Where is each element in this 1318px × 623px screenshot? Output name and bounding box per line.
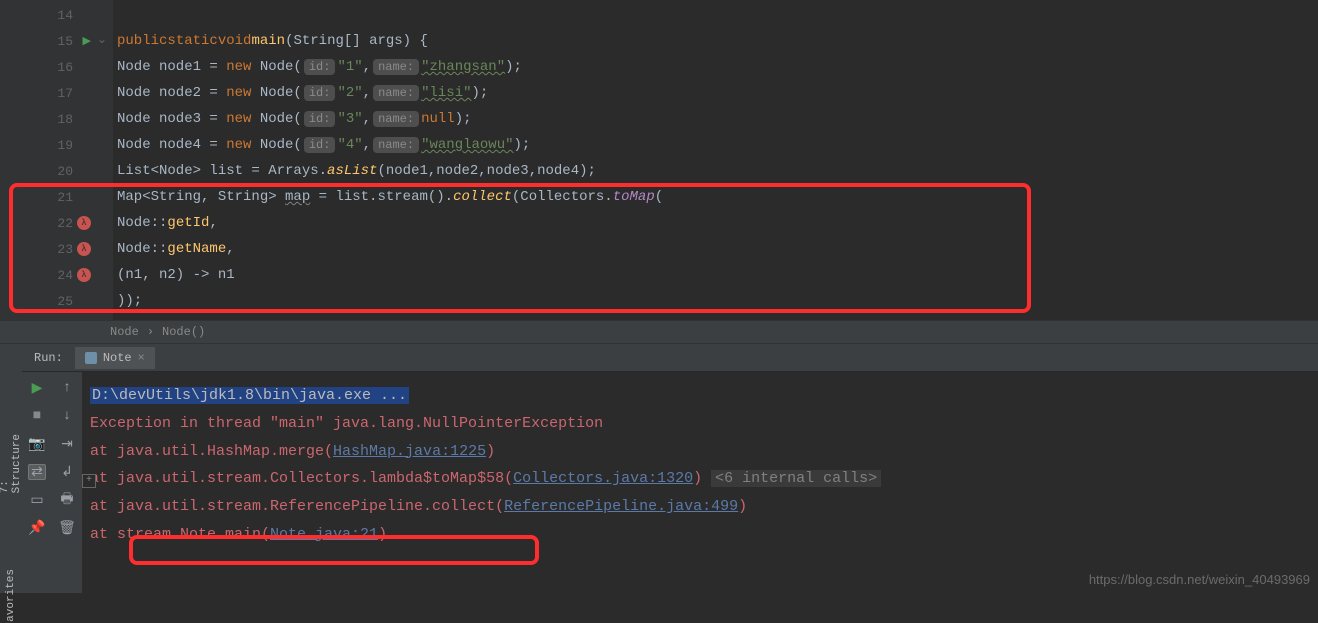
code-line: List<Node> list = Arrays.asList(node1,no… bbox=[113, 158, 1318, 184]
rerun-icon[interactable]: ▶ bbox=[29, 380, 45, 396]
fold-marker-icon[interactable]: ⌄ bbox=[97, 32, 107, 42]
console-line-error: at java.util.stream.ReferencePipeline.co… bbox=[90, 493, 1310, 521]
watermark: https://blog.csdn.net/weixin_40493969 bbox=[1089, 572, 1310, 587]
layout-icon[interactable]: ▭ bbox=[29, 492, 45, 508]
line-number: 25 bbox=[0, 288, 95, 314]
run-header: Run: Note × bbox=[22, 344, 1318, 372]
lambda-gutter-icon[interactable]: λ bbox=[77, 268, 91, 282]
toggle-icon[interactable]: ⇄ bbox=[28, 464, 46, 480]
run-toolbar-secondary: ↑ ↓ ⇥ ↲ 🖶 🗑 bbox=[52, 372, 82, 593]
lambda-gutter-icon[interactable]: λ bbox=[77, 216, 91, 230]
code-line: Node node4 = new Node(id:"4",name:"wangl… bbox=[113, 132, 1318, 158]
code-line: Node node3 = new Node(id:"3",name:null); bbox=[113, 106, 1318, 132]
code-line: Node node1 = new Node(id:"1",name:"zhang… bbox=[113, 54, 1318, 80]
console-line-error: Exception in thread "main" java.lang.Nul… bbox=[90, 410, 1310, 438]
camera-icon[interactable]: 📷 bbox=[29, 436, 45, 452]
console-line-error: at java.util.HashMap.merge(HashMap.java:… bbox=[90, 438, 1310, 466]
line-number: 19 bbox=[0, 132, 95, 158]
code-line: Node::getId, bbox=[113, 210, 1318, 236]
line-number: 21 bbox=[0, 184, 95, 210]
line-number: 15▶ bbox=[0, 28, 95, 54]
line-number: 24λ bbox=[0, 262, 95, 288]
code-line: (n1, n2) -> n1 bbox=[113, 262, 1318, 288]
run-tab-label: Note bbox=[103, 351, 132, 365]
down-arrow-icon[interactable]: ↓ bbox=[59, 408, 75, 424]
left-sidebar-tabs: 7: Structure avorites bbox=[0, 344, 22, 593]
breadcrumb-item[interactable]: Node() bbox=[162, 325, 205, 339]
trash-icon[interactable]: 🗑 bbox=[59, 520, 75, 536]
breadcrumb-item[interactable]: Node bbox=[110, 325, 139, 339]
wrap-icon[interactable]: ↲ bbox=[59, 464, 75, 480]
export-icon[interactable]: ⇥ bbox=[59, 436, 75, 452]
console-line-error: at java.util.stream.Collectors.lambda$to… bbox=[90, 465, 1310, 493]
line-number: 22λ bbox=[0, 210, 95, 236]
console-line-error: at stream.Note.main(Note.java:21) bbox=[90, 521, 1310, 549]
run-panel: 7: Structure avorites Run: Note × ▶ ■ 📷 … bbox=[0, 344, 1318, 593]
console-line: D:\devUtils\jdk1.8\bin\java.exe ... bbox=[90, 382, 1310, 410]
stacktrace-link[interactable]: Collectors.java:1320 bbox=[513, 470, 693, 487]
run-gutter-icon[interactable]: ▶ bbox=[83, 34, 91, 48]
code-line: )); bbox=[113, 288, 1318, 314]
code-line: Node::getName, bbox=[113, 236, 1318, 262]
code-line: Map<String, String> map = list.stream().… bbox=[113, 184, 1318, 210]
structure-tab[interactable]: 7: Structure bbox=[0, 434, 23, 493]
stop-icon[interactable]: ■ bbox=[29, 408, 45, 424]
line-number: 14 bbox=[0, 2, 95, 28]
stacktrace-link[interactable]: HashMap.java:1225 bbox=[333, 443, 486, 460]
run-tab-icon bbox=[85, 352, 97, 364]
internal-calls-badge[interactable]: <6 internal calls> bbox=[711, 470, 881, 487]
close-icon[interactable]: × bbox=[138, 351, 145, 365]
line-number: 17 bbox=[0, 80, 95, 106]
run-label: Run: bbox=[22, 351, 75, 365]
line-number: 16 bbox=[0, 54, 95, 80]
up-arrow-icon[interactable]: ↑ bbox=[59, 380, 75, 396]
run-toolbar-primary: ▶ ■ 📷 ⇄ ▭ 📌 bbox=[22, 372, 52, 593]
line-number-gutter: 14 15▶ 16 17 18 19 20 21 22λ 23λ 24λ 25 bbox=[0, 0, 95, 320]
code-line bbox=[113, 2, 1318, 28]
print-icon[interactable]: 🖶 bbox=[59, 492, 75, 508]
lambda-gutter-icon[interactable]: λ bbox=[77, 242, 91, 256]
run-body: Run: Note × ▶ ■ 📷 ⇄ ▭ 📌 ↑ ↓ ⇥ ↲ 🖶 bbox=[22, 344, 1318, 593]
stacktrace-link[interactable]: Note.java:21 bbox=[270, 526, 378, 543]
breadcrumb: Node › Node() bbox=[0, 320, 1318, 344]
fold-column: ⌄ bbox=[95, 0, 113, 320]
line-number: 23λ bbox=[0, 236, 95, 262]
stacktrace-link[interactable]: ReferencePipeline.java:499 bbox=[504, 498, 738, 515]
pin-icon[interactable]: 📌 bbox=[29, 520, 45, 536]
code-line: Node node2 = new Node(id:"2",name:"lisi"… bbox=[113, 80, 1318, 106]
breadcrumb-separator: › bbox=[147, 325, 154, 339]
line-number: 20 bbox=[0, 158, 95, 184]
console-output[interactable]: + D:\devUtils\jdk1.8\bin\java.exe ... Ex… bbox=[82, 372, 1318, 593]
line-number: 18 bbox=[0, 106, 95, 132]
run-content: ▶ ■ 📷 ⇄ ▭ 📌 ↑ ↓ ⇥ ↲ 🖶 🗑 + D:\devUtils\jd… bbox=[22, 372, 1318, 593]
code-line: public static void main(String[] args) { bbox=[113, 28, 1318, 54]
run-tab[interactable]: Note × bbox=[75, 347, 155, 369]
expand-icon[interactable]: + bbox=[82, 474, 96, 488]
editor-area: 14 15▶ 16 17 18 19 20 21 22λ 23λ 24λ 25 … bbox=[0, 0, 1318, 320]
code-area[interactable]: public static void main(String[] args) {… bbox=[113, 0, 1318, 320]
favorites-tab[interactable]: avorites bbox=[5, 569, 17, 622]
